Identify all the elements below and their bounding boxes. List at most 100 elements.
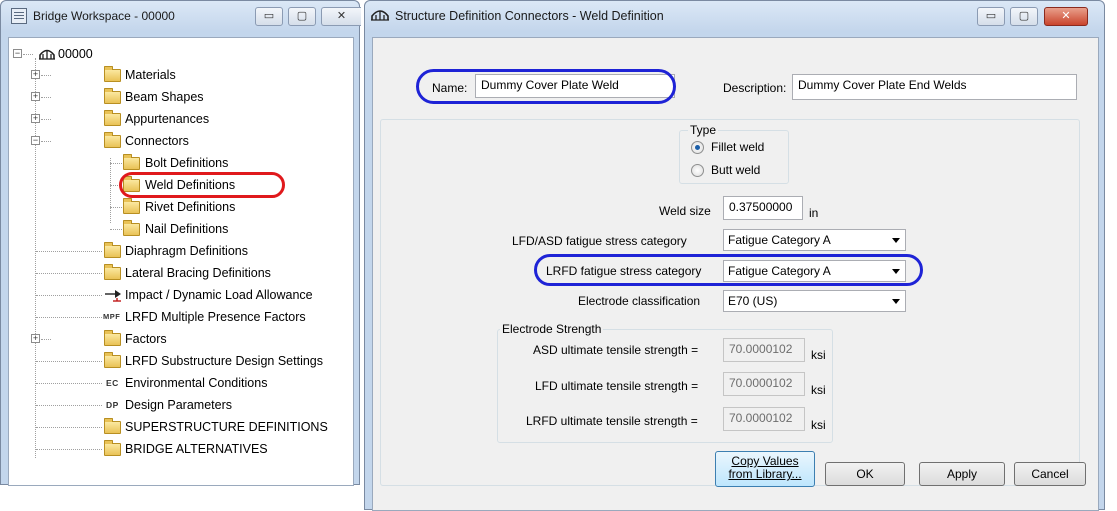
electrode-classification-dropdown[interactable]: E70 (US) <box>723 290 906 312</box>
tree-line <box>36 317 102 318</box>
lrfd-strength-field: 70.0000102 <box>723 407 805 431</box>
folder-icon <box>123 198 140 214</box>
copy-values-from-library-button[interactable]: Copy Values from Library... <box>715 451 815 487</box>
tree-item-lateral-bracing-definitions[interactable]: Lateral Bracing Definitions <box>9 263 309 283</box>
tree-line <box>36 295 102 296</box>
tree-line <box>36 405 102 406</box>
tree-item-label: Bolt Definitions <box>145 156 229 170</box>
expand-icon[interactable]: + <box>31 70 40 79</box>
tree-line <box>36 251 102 252</box>
bridge-icon <box>39 49 55 60</box>
tree-item-factors[interactable]: + Factors <box>9 329 209 349</box>
weld-size-label: Weld size <box>659 204 711 218</box>
mpf-icon: MPF <box>103 312 121 321</box>
dialog-titlebar[interactable]: Structure Definition Connectors - Weld D… <box>365 1 1104 31</box>
close-button[interactable]: ✕ <box>1044 7 1088 26</box>
bridge-icon <box>371 10 389 21</box>
butt-weld-label[interactable]: Butt weld <box>711 163 760 177</box>
cancel-button[interactable]: Cancel <box>1014 462 1086 486</box>
folder-icon <box>104 330 121 346</box>
folder-icon <box>104 242 121 258</box>
tree-item-connectors[interactable]: − Connectors <box>9 131 209 151</box>
lfd-strength-label: LFD ultimate tensile strength = <box>535 379 699 393</box>
weld-definitions-callout <box>119 172 285 198</box>
lfd-strength-field: 70.0000102 <box>723 372 805 396</box>
electrode-classification-label: Electrode classification <box>578 294 701 308</box>
tree-item-beam-shapes[interactable]: + Beam Shapes <box>9 87 209 107</box>
expand-icon[interactable]: + <box>31 114 40 123</box>
apply-button[interactable]: Apply <box>919 462 1005 486</box>
tree-item-label: Factors <box>125 332 167 346</box>
tree-line <box>41 75 51 76</box>
tree-item-label: SUPERSTRUCTURE DEFINITIONS <box>125 420 328 434</box>
workspace-title: Bridge Workspace - 00000 <box>33 9 175 23</box>
tree-root[interactable]: − 00000 <box>9 44 129 64</box>
folder-icon <box>104 132 121 148</box>
folder-icon <box>104 110 121 126</box>
tree-item-label: LRFD Substructure Design Settings <box>125 354 324 368</box>
folder-icon <box>104 352 121 368</box>
folder-icon <box>104 66 121 82</box>
asd-strength-field: 70.0000102 <box>723 338 805 362</box>
maximize-button[interactable]: ▢ <box>288 7 316 26</box>
tree-item-label: Environmental Conditions <box>125 376 268 390</box>
weld-definition-window: Structure Definition Connectors - Weld D… <box>364 0 1105 511</box>
fillet-weld-label[interactable]: Fillet weld <box>711 140 764 154</box>
tree-item-lrfd-multiple-presence-factors[interactable]: MPF LRFD Multiple Presence Factors <box>9 307 349 327</box>
name-callout <box>416 69 676 104</box>
tree-line <box>41 119 51 120</box>
expand-icon[interactable]: + <box>31 92 40 101</box>
tree-item-impact-dynamic-load-allowance[interactable]: Impact / Dynamic Load Allowance <box>9 285 349 305</box>
ec-icon: EC <box>106 378 119 388</box>
tree-item-label: Connectors <box>125 134 189 148</box>
tree-line <box>41 339 51 340</box>
chevron-down-icon <box>892 238 900 243</box>
collapse-icon[interactable]: − <box>13 49 22 58</box>
lfd-strength-unit: ksi <box>811 383 826 397</box>
description-field[interactable]: Dummy Cover Plate End Welds <box>792 74 1077 100</box>
electrode-classification-value: E70 (US) <box>728 294 778 308</box>
weld-size-unit: in <box>809 206 819 220</box>
workspace-titlebar[interactable]: Bridge Workspace - 00000 ▭ ▢ ✕ <box>1 1 361 31</box>
tree-line <box>41 97 51 98</box>
tree-item-label: Nail Definitions <box>145 222 229 236</box>
tree-item-label: Lateral Bracing Definitions <box>125 266 271 280</box>
folder-icon <box>104 88 121 104</box>
tree-item-materials[interactable]: + Materials <box>9 65 209 85</box>
tree-item-bridge-alternatives[interactable]: BRIDGE ALTERNATIVES <box>9 439 329 459</box>
minimize-button[interactable]: ▭ <box>977 7 1005 26</box>
dialog-body: Name: Dummy Cover Plate Weld Description… <box>372 37 1099 511</box>
tree-item-design-parameters[interactable]: DP Design Parameters <box>9 395 329 415</box>
electrode-strength-caption: Electrode Strength <box>500 322 604 336</box>
tree-item-appurtenances[interactable]: + Appurtenances <box>9 109 209 129</box>
impact-arrow-icon <box>105 290 121 302</box>
tree-root-label: 00000 <box>58 47 93 61</box>
ok-button[interactable]: OK <box>825 462 905 486</box>
tree-item-superstructure-definitions[interactable]: SUPERSTRUCTURE DEFINITIONS <box>9 417 349 437</box>
close-button[interactable]: ✕ <box>321 7 361 26</box>
tree-item-label: BRIDGE ALTERNATIVES <box>125 442 268 456</box>
tree-item-nail-definitions[interactable]: Nail Definitions <box>9 219 269 239</box>
tree-item-environmental-conditions[interactable]: EC Environmental Conditions <box>9 373 329 393</box>
tree-item-diaphragm-definitions[interactable]: Diaphragm Definitions <box>9 241 269 261</box>
tree-item-rivet-definitions[interactable]: Rivet Definitions <box>9 197 269 217</box>
lfd-asd-fatigue-value: Fatigue Category A <box>728 233 831 247</box>
weld-size-field[interactable]: 0.37500000 <box>723 196 803 220</box>
tree-item-label: LRFD Multiple Presence Factors <box>125 310 306 324</box>
tree-line <box>36 361 102 362</box>
tree-item-label: Rivet Definitions <box>145 200 236 214</box>
minimize-button[interactable]: ▭ <box>255 7 283 26</box>
tree-item-label: Materials <box>125 68 176 82</box>
lfd-asd-fatigue-dropdown[interactable]: Fatigue Category A <box>723 229 906 251</box>
tree-item-lrfd-substructure-design-settings[interactable]: LRFD Substructure Design Settings <box>9 351 349 371</box>
tree-item-label: Appurtenances <box>125 112 210 126</box>
butt-weld-radio[interactable] <box>691 164 704 177</box>
lrfd-strength-label: LRFD ultimate tensile strength = <box>526 414 698 428</box>
collapse-icon[interactable]: − <box>31 136 40 145</box>
tree-item-bolt-definitions[interactable]: Bolt Definitions <box>9 153 269 173</box>
tree-line <box>110 163 122 164</box>
maximize-button[interactable]: ▢ <box>1010 7 1038 26</box>
expand-icon[interactable]: + <box>31 334 40 343</box>
lrfd-strength-unit: ksi <box>811 418 826 432</box>
fillet-weld-radio[interactable] <box>691 141 704 154</box>
